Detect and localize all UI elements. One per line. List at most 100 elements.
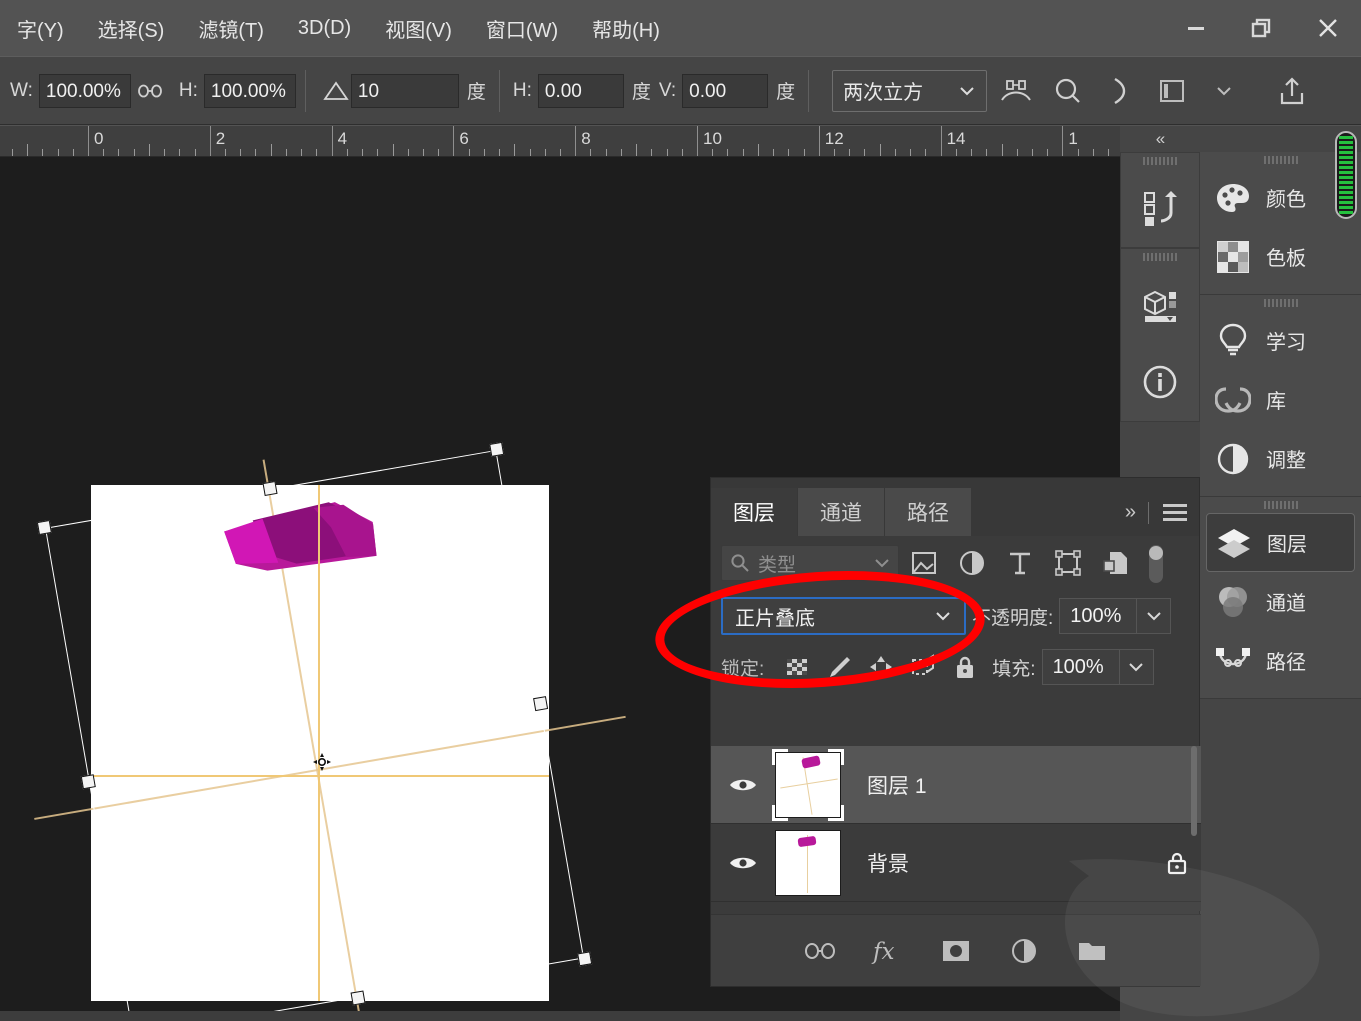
transform-handle-bottom-right[interactable] <box>577 951 592 966</box>
chevron-down-icon[interactable] <box>1201 68 1247 114</box>
photoshop-window: 字(Y)选择(S)滤镜(T)3D(D)视图(V)窗口(W)帮助(H) W: 10… <box>0 0 1361 1021</box>
layers-panel-toolbar: fx <box>711 914 1201 986</box>
transform-handle-top-center[interactable] <box>263 481 278 496</box>
transform-handle-top-left[interactable] <box>37 520 52 535</box>
dock-panel-item-swatches[interactable]: 色板 <box>1200 227 1361 286</box>
filter-enable-toggle[interactable] <box>1145 543 1167 583</box>
ruler-tick <box>849 149 850 156</box>
blend-mode-dropdown[interactable]: 正片叠底 <box>721 597 966 635</box>
height-input[interactable]: 100.00% <box>204 74 296 108</box>
thumbnail-selection-bracket <box>772 749 788 765</box>
minimize-button[interactable] <box>1163 0 1229 56</box>
ruler-tick <box>819 126 820 156</box>
transform-handle-top-right[interactable] <box>489 442 504 457</box>
filter-shape-layer-icon[interactable] <box>1045 543 1091 583</box>
layer-list-scrollbar[interactable] <box>1189 746 1199 866</box>
document-horizontal-scrollbar[interactable] <box>0 1011 1120 1021</box>
skew-h-input[interactable]: 0.00 <box>538 74 624 108</box>
tab-channels[interactable]: 通道 <box>798 488 885 536</box>
dock-panel-item-lightbulb[interactable]: 学习 <box>1200 311 1361 370</box>
fill-field[interactable]: 100% <box>1042 649 1154 685</box>
table-row[interactable]: 图层 1 <box>711 746 1201 824</box>
blend-mode-value: 正片叠底 <box>735 602 815 631</box>
lock-position-icon[interactable] <box>860 648 902 686</box>
history-icon[interactable] <box>1121 169 1199 247</box>
new-adjustment-layer-icon[interactable] <box>1001 928 1047 974</box>
menu-item[interactable]: 滤镜(T) <box>181 10 281 47</box>
filter-pixel-layer-icon[interactable] <box>901 543 947 583</box>
layer-visibility-eye-icon[interactable] <box>715 853 771 873</box>
filter-adjustment-layer-icon[interactable] <box>949 543 995 583</box>
tab-layers[interactable]: 图层 <box>711 488 798 536</box>
ruler-tick <box>58 149 59 156</box>
cancel-transform-icon[interactable] <box>1097 68 1143 114</box>
panel-menu-icon[interactable] <box>1163 504 1187 522</box>
horizontal-ruler[interactable]: 024681012141 <box>0 126 1120 157</box>
link-layers-icon[interactable] <box>797 928 843 974</box>
add-layer-mask-icon[interactable] <box>933 928 979 974</box>
close-button[interactable] <box>1295 0 1361 56</box>
warp-mode-icon[interactable] <box>993 68 1039 114</box>
transform-handle-middle-left[interactable] <box>81 774 96 789</box>
layer-thumbnail[interactable] <box>771 826 845 900</box>
ruler-tick <box>42 149 43 156</box>
lock-transparency-icon[interactable] <box>776 648 818 686</box>
interpolation-dropdown[interactable]: 两次立方 <box>832 70 987 112</box>
panel-grip[interactable] <box>1200 497 1361 513</box>
new-group-icon[interactable] <box>1069 928 1115 974</box>
menu-item[interactable]: 帮助(H) <box>575 10 677 47</box>
panel-grip[interactable] <box>1121 249 1199 265</box>
lock-row: 锁定: <box>711 642 1199 692</box>
layer-style-fx-icon[interactable]: fx <box>865 928 911 974</box>
panel-grip[interactable] <box>1200 295 1361 311</box>
layer-filter-type-dropdown[interactable]: 类型 <box>721 545 899 581</box>
ruler-tick <box>453 126 454 156</box>
menu-item[interactable]: 字(Y) <box>0 10 81 47</box>
dock-panel-item-cc-libraries[interactable]: 库 <box>1200 370 1361 429</box>
fill-stepper-chevron[interactable] <box>1119 650 1153 684</box>
expand-chevrons-icon[interactable]: » <box>1125 501 1134 524</box>
opacity-stepper-chevron[interactable] <box>1136 599 1170 633</box>
tab-paths[interactable]: 路径 <box>885 488 972 536</box>
width-input[interactable]: 100.00% <box>39 74 131 108</box>
lock-artboard-nesting-icon[interactable] <box>902 648 944 686</box>
table-row[interactable]: 背景 <box>711 824 1201 902</box>
layer-thumbnail[interactable] <box>771 748 845 822</box>
lock-image-pixels-icon[interactable] <box>818 648 860 686</box>
dock-panel-item-paths[interactable]: 路径 <box>1200 631 1361 690</box>
chain-link-icon[interactable] <box>135 82 165 100</box>
menu-item[interactable]: 选择(S) <box>81 10 182 47</box>
layer-name: 背景 <box>845 848 1153 878</box>
ruler-tick <box>1062 126 1063 156</box>
ruler-tick <box>332 126 333 156</box>
transform-reference-point[interactable] <box>313 753 331 771</box>
filter-smart-object-icon[interactable] <box>1093 543 1139 583</box>
lock-all-icon[interactable] <box>944 648 986 686</box>
commit-transform-icon[interactable] <box>1149 68 1195 114</box>
rotation-angle-input[interactable]: 10 <box>351 74 459 108</box>
skew-v-input[interactable]: 0.00 <box>682 74 768 108</box>
restore-button[interactable] <box>1229 0 1295 56</box>
dock-panel-item-channels[interactable]: 通道 <box>1200 572 1361 631</box>
info-icon[interactable] <box>1121 343 1199 421</box>
dock-collapse-button[interactable]: « <box>1120 126 1200 152</box>
menu-item[interactable]: 视图(V) <box>368 10 469 47</box>
share-icon[interactable] <box>1269 68 1315 114</box>
ruler-tick <box>712 149 713 156</box>
3d-properties-icon[interactable] <box>1121 265 1199 343</box>
filter-type-layer-icon[interactable] <box>997 543 1043 583</box>
ruler-tick <box>514 144 515 156</box>
dock-panel-item-adjustments[interactable]: 调整 <box>1200 429 1361 488</box>
menu-item[interactable]: 窗口(W) <box>469 10 575 47</box>
chevron-down-icon <box>958 85 976 97</box>
opacity-field[interactable]: 100% <box>1059 598 1171 634</box>
ruler-tick <box>1017 149 1018 156</box>
layer-visibility-eye-icon[interactable] <box>715 775 771 795</box>
panel-grip[interactable] <box>1121 153 1199 169</box>
transform-handle-bottom-center[interactable] <box>351 990 366 1005</box>
transform-handle-middle-right[interactable] <box>533 696 548 711</box>
transform-bounding-box <box>45 450 584 1021</box>
menu-item[interactable]: 3D(D) <box>281 13 368 44</box>
magnify-icon[interactable] <box>1045 68 1091 114</box>
dock-panel-item-layers[interactable]: 图层 <box>1206 513 1355 572</box>
